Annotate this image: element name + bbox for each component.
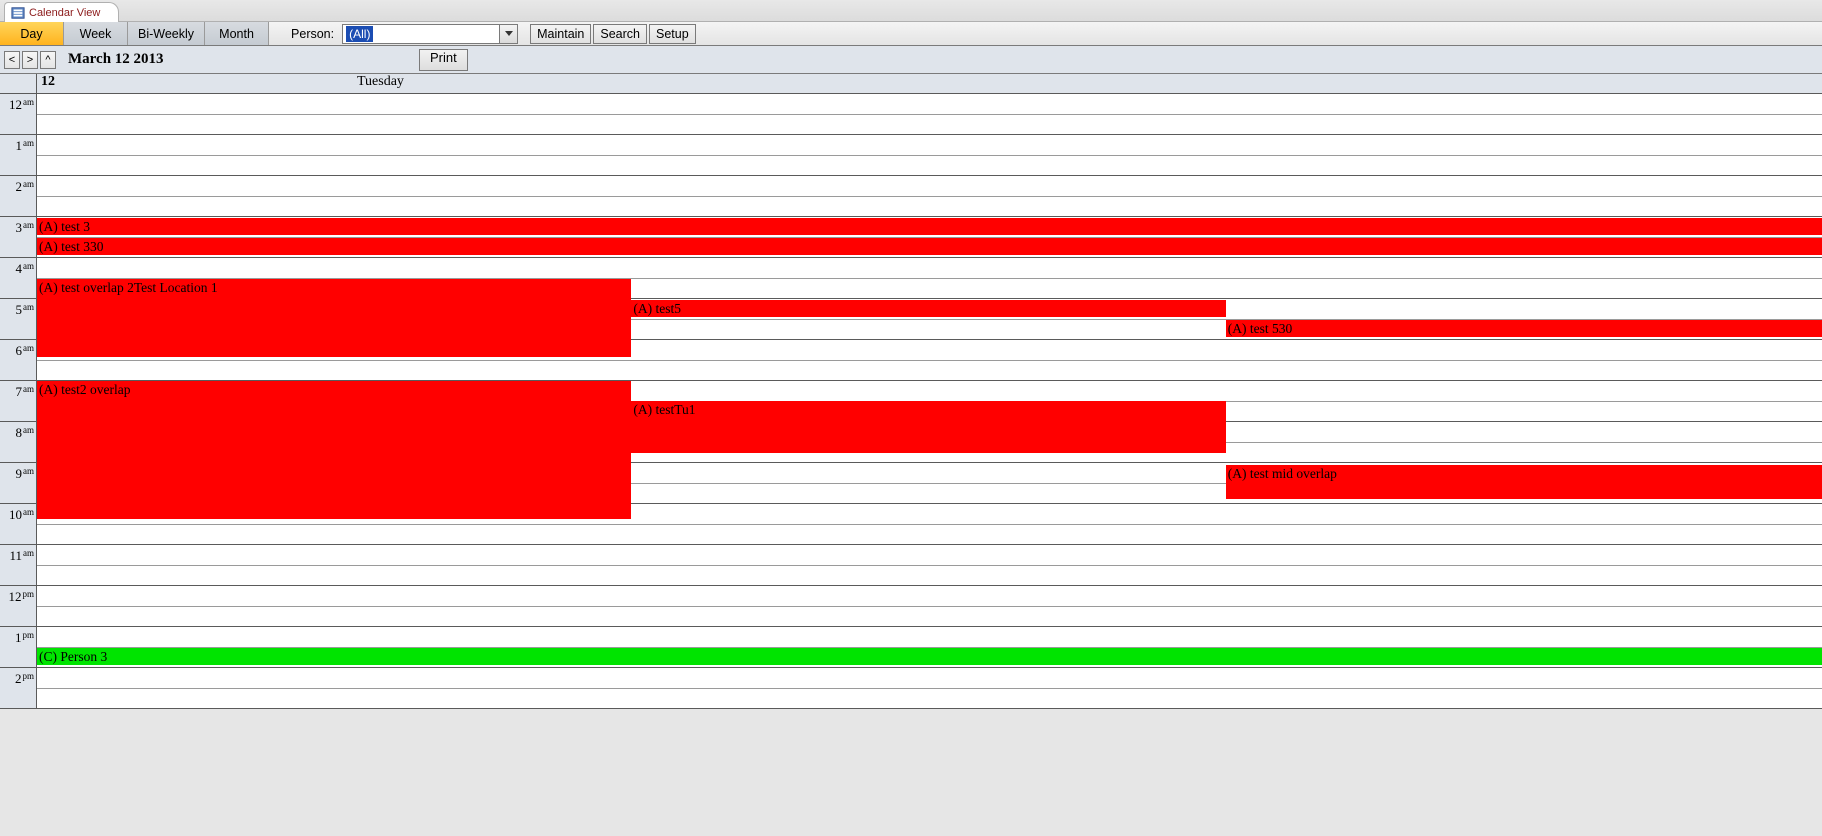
view-tab-day[interactable]: Day xyxy=(0,22,64,45)
next-day-button[interactable]: > xyxy=(22,51,38,69)
document-tab-bar: Calendar View xyxy=(0,0,1822,22)
document-tab-calendar-view[interactable]: Calendar View xyxy=(4,2,119,22)
person-select-value: (All) xyxy=(346,26,373,42)
current-date-label: March 12 2013 xyxy=(68,51,164,68)
person-filter: Person: (All) xyxy=(269,22,530,45)
date-nav-bar: < > ^ March 12 2013 Print xyxy=(0,46,1822,74)
day-lane[interactable]: (A) test 3 (A) test 330 (A) test overlap… xyxy=(37,94,1822,709)
maintain-button[interactable]: Maintain xyxy=(530,24,591,44)
document-tab-label: Calendar View xyxy=(29,7,100,19)
calendar-grid: 12am 1am 2am 3am 4am 5am 6am 7am 8am 9am… xyxy=(0,94,1822,709)
event-test330[interactable]: (A) test 330 xyxy=(37,238,1822,255)
event-test-overlap2[interactable]: (A) test overlap 2Test Location 1 xyxy=(37,279,631,357)
event-testtu1[interactable]: (A) testTu1 xyxy=(631,401,1225,453)
event-mid-overlap[interactable]: (A) test mid overlap xyxy=(1226,465,1822,499)
day-column-header: 12 Tuesday xyxy=(0,74,1822,94)
time-gutter: 12am 1am 2am 3am 4am 5am 6am 7am 8am 9am… xyxy=(0,94,37,709)
chevron-down-icon xyxy=(499,25,517,43)
view-tab-month[interactable]: Month xyxy=(205,22,269,45)
search-button[interactable]: Search xyxy=(593,24,647,44)
person-select[interactable]: (All) xyxy=(342,24,518,44)
day-number: 12 xyxy=(37,74,357,93)
person-label: Person: xyxy=(291,27,334,41)
prev-day-button[interactable]: < xyxy=(4,51,20,69)
form-icon xyxy=(11,6,25,20)
event-test5[interactable]: (A) test5 xyxy=(631,300,1225,317)
event-test2-overlap[interactable]: (A) test2 overlap xyxy=(37,381,631,519)
ribbon-toolbar: Day Week Bi-Weekly Month Person: (All) M… xyxy=(0,22,1822,46)
event-test530[interactable]: (A) test 530 xyxy=(1226,320,1822,337)
event-person3[interactable]: (C) Person 3 xyxy=(37,648,1822,665)
day-name: Tuesday xyxy=(357,74,404,93)
print-button[interactable]: Print xyxy=(419,49,468,71)
event-test3[interactable]: (A) test 3 xyxy=(37,218,1822,235)
view-tab-biweekly[interactable]: Bi-Weekly xyxy=(128,22,205,45)
setup-button[interactable]: Setup xyxy=(649,24,696,44)
today-button[interactable]: ^ xyxy=(40,51,56,69)
view-tab-week[interactable]: Week xyxy=(64,22,128,45)
view-tabs: Day Week Bi-Weekly Month xyxy=(0,22,269,45)
